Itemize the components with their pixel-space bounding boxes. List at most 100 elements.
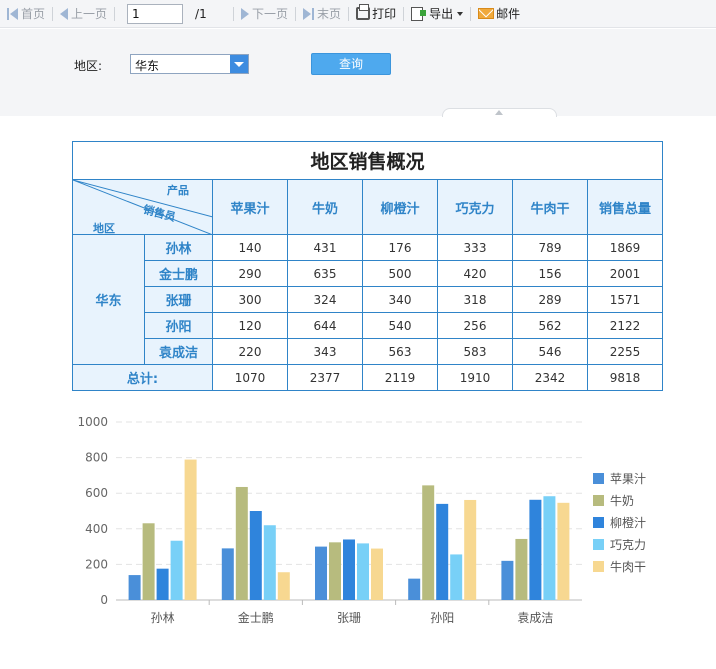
bar [235, 486, 248, 600]
toolbar-divider [403, 6, 405, 21]
mail-icon [478, 8, 495, 19]
bar [184, 459, 197, 600]
x-tick-label: 张珊 [337, 611, 361, 625]
table-row: 金士鹏 290 635 500 420 156 2001 [73, 260, 663, 287]
toolbar-divider [233, 6, 235, 21]
total-cell: 1910 [437, 364, 513, 391]
corner-region-label: 地区 [93, 222, 115, 235]
y-tick-label: 600 [85, 486, 108, 500]
legend-label: 柳橙汁 [610, 515, 646, 530]
column-header: 销售总量 [587, 179, 663, 235]
value-cell: 1869 [587, 234, 663, 261]
bar [515, 538, 528, 600]
value-cell: 789 [512, 234, 588, 261]
bar [422, 485, 435, 600]
y-tick-label: 1000 [77, 415, 108, 429]
print-label: 打印 [372, 7, 397, 21]
value-cell: 500 [362, 260, 438, 287]
last-page-icon [303, 7, 312, 20]
toolbar-divider [470, 6, 472, 21]
value-cell: 120 [212, 312, 288, 339]
bar [557, 502, 570, 600]
page-number-input[interactable] [127, 3, 184, 24]
next-page-label: 下一页 [252, 7, 289, 21]
value-cell: 2255 [587, 338, 663, 365]
first-page-button[interactable]: 首页 [4, 4, 48, 24]
table-row: 华东 孙林 140 431 176 333 789 1869 [72, 234, 663, 365]
y-tick-label: 200 [85, 557, 108, 571]
bar [156, 568, 169, 600]
legend-swatch [593, 539, 604, 550]
bar [263, 525, 276, 600]
prev-page-icon [60, 7, 69, 20]
header-corner-cell: 产品 销售员 地区 [72, 179, 213, 235]
value-cell: 583 [437, 338, 513, 365]
value-cell: 289 [512, 286, 588, 313]
chevron-down-icon [457, 11, 464, 16]
region-cell: 华东 [72, 234, 145, 365]
bar [436, 503, 449, 600]
value-cell: 546 [512, 338, 588, 365]
total-cell: 9818 [587, 364, 663, 391]
column-header: 柳橙汁 [362, 179, 438, 235]
prev-page-label: 上一页 [71, 7, 108, 21]
x-tick-label: 袁成洁 [517, 611, 553, 625]
last-page-label: 末页 [317, 7, 342, 21]
table-row: 孙阳 120 644 540 256 562 2122 [73, 312, 663, 339]
toolbar-divider [295, 6, 297, 21]
bar [142, 523, 155, 600]
value-cell: 343 [287, 338, 363, 365]
printer-icon [356, 4, 371, 20]
export-icon [411, 6, 427, 21]
toolbar-divider [348, 6, 350, 21]
column-header: 苹果汁 [212, 179, 288, 235]
first-page-label: 首页 [21, 7, 46, 21]
bar [543, 496, 556, 600]
salesperson-cell: 张珊 [144, 286, 213, 313]
chevron-down-icon[interactable] [230, 55, 248, 73]
total-cell: 1070 [212, 364, 288, 391]
column-header: 牛奶 [287, 179, 363, 235]
legend-label: 巧克力 [610, 538, 646, 552]
x-tick-label: 孙阳 [430, 611, 454, 625]
sales-bar-chart: 0 200 400 600 800 1000 孙林 金士鹏 张珊 孙阳 袁成洁 苹果汁牛奶柳橙汁巧克力… [77, 415, 646, 625]
value-cell: 156 [512, 260, 588, 287]
value-cell: 318 [437, 286, 513, 313]
prev-page-button[interactable]: 上一页 [57, 4, 110, 24]
value-cell: 635 [287, 260, 363, 287]
bar [170, 540, 183, 600]
mail-button[interactable]: 邮件 [475, 4, 523, 24]
salesperson-cell: 袁成洁 [144, 338, 213, 365]
collapse-panel-toggle[interactable] [442, 108, 557, 117]
y-tick-label: 0 [100, 593, 108, 607]
last-page-button[interactable]: 末页 [300, 4, 344, 24]
value-cell: 300 [212, 286, 288, 313]
mail-label: 邮件 [496, 7, 521, 21]
print-button[interactable]: 打印 [353, 4, 399, 24]
bar [315, 546, 327, 600]
next-page-button[interactable]: 下一页 [238, 4, 291, 24]
bar [450, 554, 463, 600]
toolbar-divider [52, 6, 54, 21]
legend-swatch [593, 473, 604, 484]
value-cell: 140 [212, 234, 288, 261]
bar [277, 572, 290, 600]
table-row: 袁成洁 220 343 563 583 546 2255 [73, 338, 663, 365]
bar [529, 499, 542, 600]
report-toolbar: 首页 上一页 /1 下一页 末页 打印 导出 邮件 [0, 0, 716, 28]
export-button[interactable]: 导出 [408, 4, 466, 24]
value-cell: 563 [362, 338, 438, 365]
value-cell: 431 [287, 234, 363, 261]
total-row: 总计: 1070 2377 2119 1910 2342 9818 [72, 364, 663, 391]
region-select[interactable]: 华东 [130, 54, 249, 74]
value-cell: 220 [212, 338, 288, 365]
value-cell: 176 [362, 234, 438, 261]
legend-swatch [593, 495, 604, 506]
region-label: 地区: [74, 59, 103, 73]
y-tick-label: 800 [85, 451, 108, 465]
legend-swatch [593, 561, 604, 572]
query-button[interactable]: 查询 [311, 53, 391, 75]
value-cell: 562 [512, 312, 588, 339]
value-cell: 290 [212, 260, 288, 287]
bar [464, 499, 477, 600]
